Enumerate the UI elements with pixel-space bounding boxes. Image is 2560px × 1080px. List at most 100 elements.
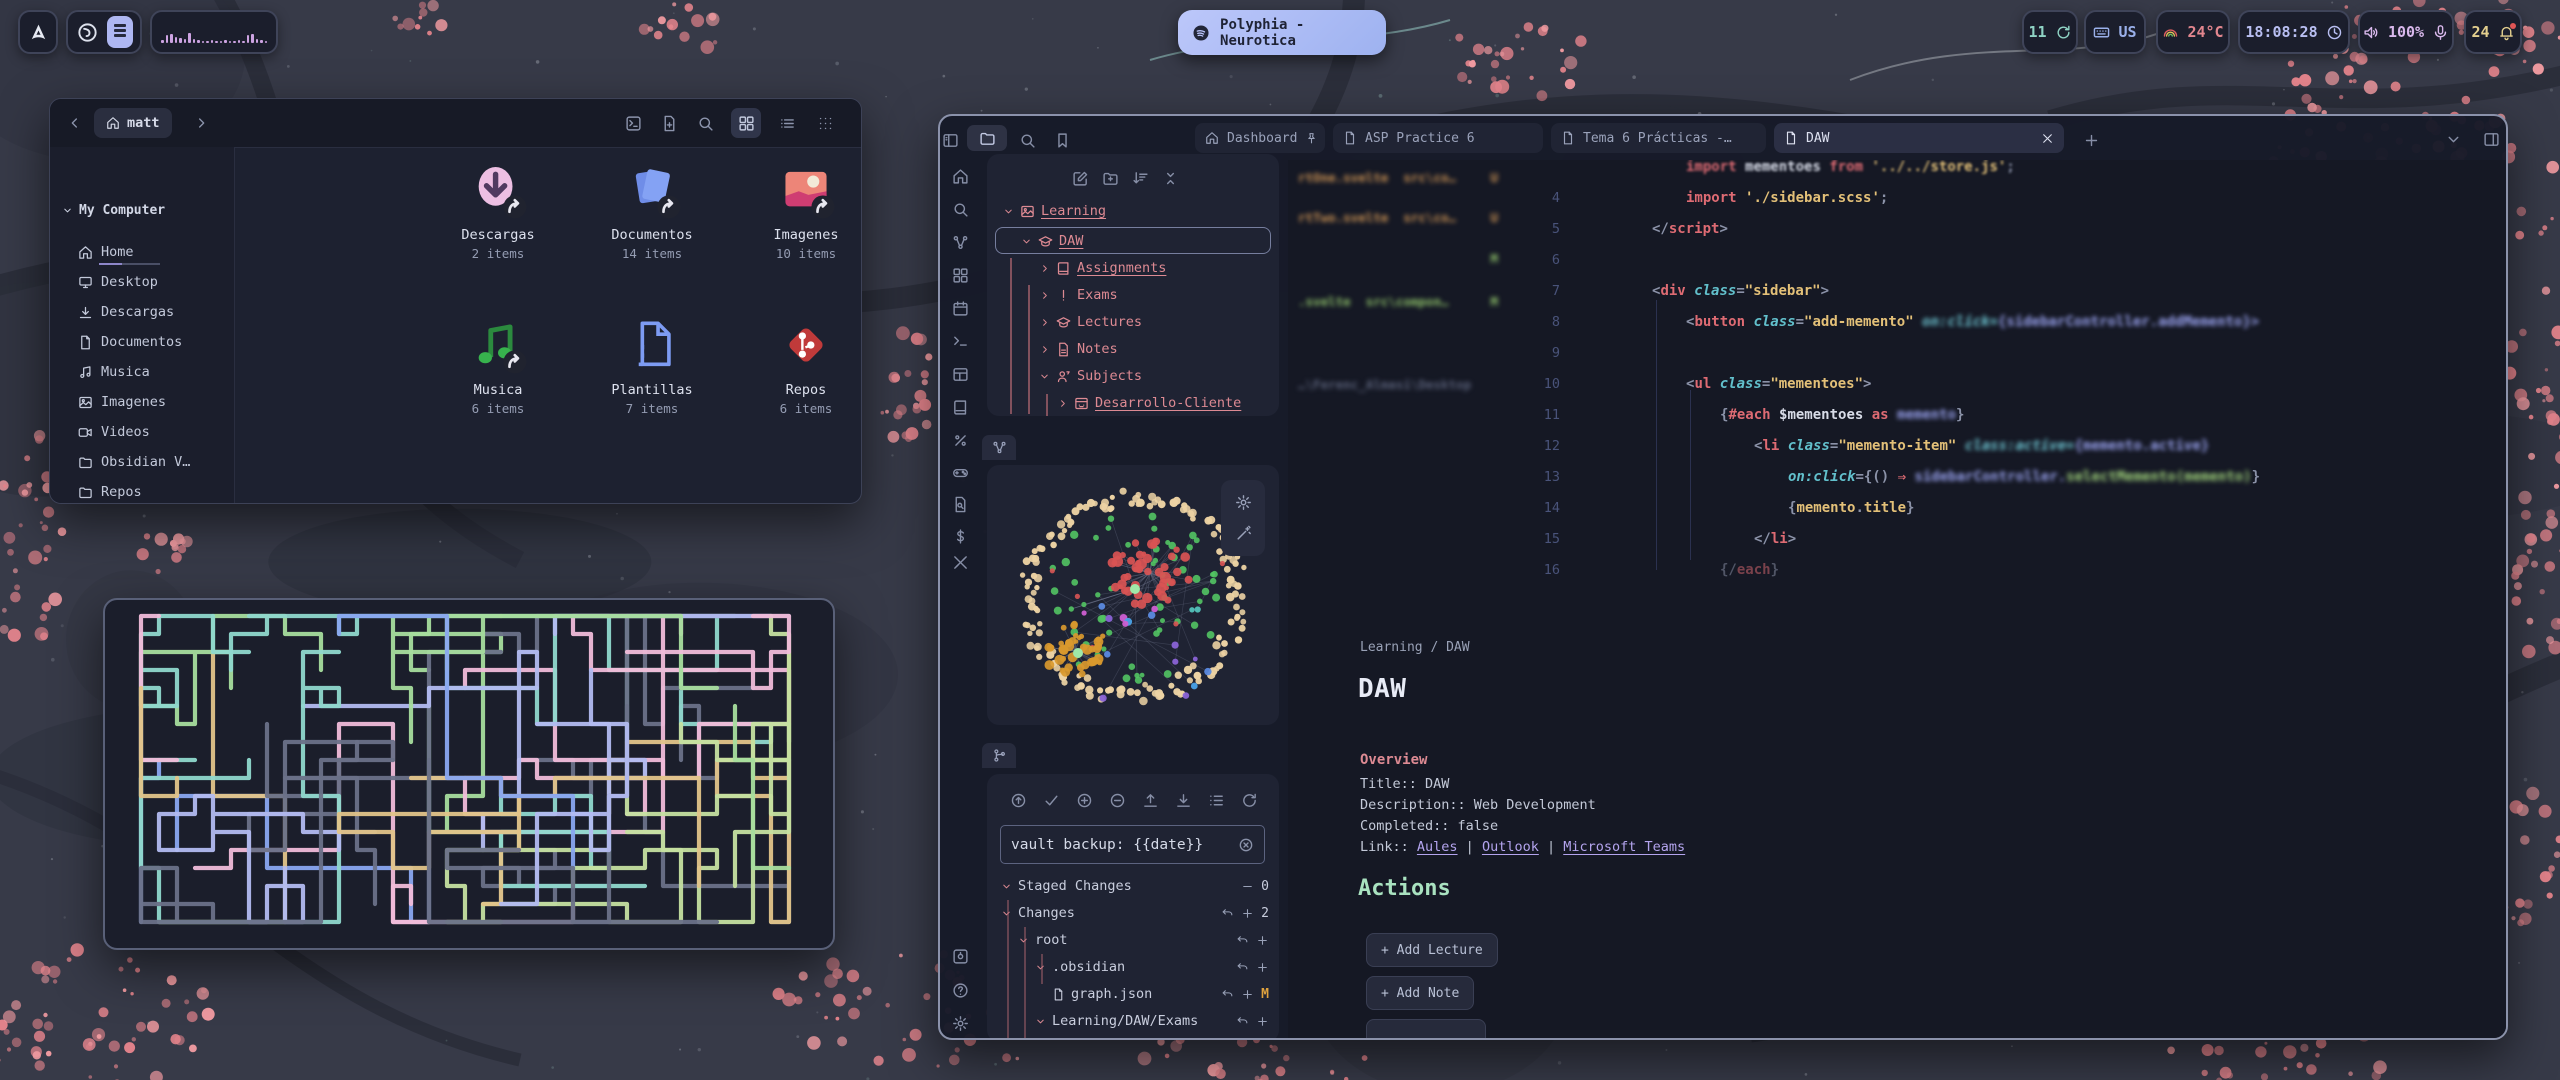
tab-daw[interactable]: DAW (1774, 123, 2064, 153)
plus-icon[interactable] (1256, 961, 1269, 974)
sidebar-item-videos[interactable]: Videos (78, 421, 150, 443)
tab-asp-practice-6[interactable]: ASP Practice 6 (1333, 123, 1543, 153)
git-row-staged-changes[interactable]: Staged Changes0 (1001, 874, 1269, 898)
button--add-note[interactable]: + Add Note (1366, 976, 1474, 1010)
sidebar-section-header[interactable]: My Computer (62, 203, 165, 218)
chevron-right-icon[interactable] (1039, 290, 1050, 301)
chevron-down-icon[interactable] (1039, 371, 1050, 382)
file-tree-item-desarrollo-cliente[interactable]: Desarrollo-Cliente (1057, 391, 1241, 415)
ribbon-file-search-button[interactable] (948, 493, 974, 517)
file-tree-item-daw[interactable]: DAW (1021, 229, 1083, 253)
workspace-active-indicator[interactable] (107, 16, 133, 48)
ribbon-gear-button[interactable] (948, 1012, 974, 1036)
toolbar-view-list-button[interactable] (772, 108, 802, 138)
file-tree-item-lectures[interactable]: Lectures (1039, 310, 1142, 334)
button--add-lecture[interactable]: + Add Lecture (1366, 933, 1498, 967)
sidebar-item-musica[interactable]: Musica (78, 361, 150, 383)
status-module-weather[interactable]: 24°C (2156, 10, 2230, 54)
git-check-button[interactable] (1039, 789, 1063, 811)
window-folder-button[interactable] (967, 125, 1007, 151)
plus-icon[interactable] (1256, 1015, 1269, 1028)
ribbon-calendar-button[interactable] (948, 297, 974, 321)
plus-icon[interactable] (1241, 907, 1254, 920)
sidebar-item-obsidianv[interactable]: Obsidian V… (78, 451, 190, 473)
status-module-updates[interactable]: 11 (2022, 10, 2078, 54)
git-row-root[interactable]: root (1018, 928, 1269, 952)
toolbar-terminal-sq-button[interactable] (618, 108, 648, 138)
link-aules[interactable]: Aules (1417, 839, 1458, 855)
toolbar-new-file-button[interactable] (654, 108, 684, 138)
chevron-right-icon[interactable] (1039, 317, 1050, 328)
ribbon-vault-button[interactable] (948, 945, 974, 969)
ribbon-grid-button[interactable] (948, 264, 974, 288)
link-outlook[interactable]: Outlook (1482, 839, 1539, 855)
ribbon-graph-button[interactable] (948, 231, 974, 255)
status-module-keyboard-layout[interactable]: US (2084, 10, 2146, 54)
window-search-button[interactable] (1014, 127, 1040, 153)
chevron-down-icon[interactable] (1003, 206, 1014, 217)
pipes-terminal-window[interactable] (103, 598, 835, 950)
wand-icon[interactable] (1235, 525, 1252, 542)
file-tree-item-notes[interactable]: Notes (1039, 337, 1118, 361)
sidebar-item-documentos[interactable]: Documentos (78, 331, 182, 353)
tabbar-chev-down-button[interactable] (2441, 127, 2465, 151)
file-tree-item-exams[interactable]: Exams (1039, 283, 1118, 307)
ribbon-home-button[interactable] (948, 165, 974, 189)
file-item-documentos[interactable]: Documentos14 items (577, 161, 727, 261)
graph-panel-tab[interactable] (982, 435, 1016, 460)
file-item-musica[interactable]: Musica6 items (423, 316, 573, 416)
chevron-down-icon[interactable] (1035, 1016, 1046, 1027)
window-bookmark-button[interactable] (1049, 127, 1075, 153)
git-upload-button[interactable] (1138, 789, 1162, 811)
close-icon[interactable] (2041, 132, 2054, 145)
tree-edit-button[interactable] (1068, 167, 1092, 189)
minus-icon[interactable] (1241, 880, 1254, 893)
forward-button[interactable] (188, 109, 214, 137)
git-commit-button[interactable] (1006, 789, 1030, 811)
ribbon-table-button[interactable] (948, 363, 974, 387)
git-row-graph.json[interactable]: graph.jsonM (1052, 982, 1269, 1006)
button-clipped[interactable] (1366, 1019, 1486, 1040)
ribbon-gamepad-button[interactable] (948, 461, 974, 485)
tab-tema-6-pr-cticas-[interactable]: Tema 6 Prácticas -… (1551, 123, 1766, 153)
tree-folder-plus-button[interactable] (1098, 167, 1122, 189)
ribbon-percent-button[interactable] (948, 429, 974, 453)
plus-icon[interactable] (1256, 934, 1269, 947)
back-button[interactable] (62, 109, 88, 137)
ribbon-terminal-button[interactable] (948, 330, 974, 354)
git-minus-circle-button[interactable] (1105, 789, 1129, 811)
status-module-volume[interactable]: 100% (2358, 10, 2454, 54)
git-list-button[interactable] (1204, 789, 1228, 811)
ribbon-dollar-button[interactable] (948, 525, 974, 549)
tree-sort-button[interactable] (1128, 167, 1152, 189)
file-item-repos[interactable]: Repos6 items (731, 316, 862, 416)
link-microsoft-teams[interactable]: Microsoft Teams (1563, 839, 1685, 855)
tabbar-columns-button[interactable] (2479, 127, 2503, 151)
file-tree-item-learning[interactable]: Learning (1003, 199, 1106, 223)
toolbar-view-compact-button[interactable] (810, 108, 840, 138)
sidebar-item-descargas[interactable]: Descargas (78, 301, 174, 323)
tab-dashboard[interactable]: Dashboard (1195, 123, 1325, 153)
undo-icon[interactable] (1221, 988, 1234, 1001)
ribbon-search-button[interactable] (948, 198, 974, 222)
plus-icon[interactable] (1241, 988, 1254, 1001)
git-panel-tab[interactable] (982, 743, 1016, 768)
chevron-right-icon[interactable] (1039, 344, 1050, 355)
git-row-.obsidian[interactable]: .obsidian (1035, 955, 1269, 979)
undo-icon[interactable] (1236, 934, 1249, 947)
chevron-right-icon[interactable] (1039, 263, 1050, 274)
chevron-right-icon[interactable] (1057, 398, 1068, 409)
file-tree-item-assignments[interactable]: Assignments (1039, 256, 1166, 280)
file-tree-item-subjects[interactable]: Subjects (1039, 364, 1142, 388)
file-item-plantillas[interactable]: Plantillas7 items (577, 316, 727, 416)
ribbon-book-button[interactable] (948, 396, 974, 420)
launcher-button[interactable] (18, 10, 58, 54)
clear-icon[interactable] (1238, 837, 1254, 853)
window-panel-left-button[interactable] (938, 127, 963, 153)
ribbon-swords-button[interactable] (948, 551, 974, 575)
file-item-imagenes[interactable]: Imagenes10 items (731, 161, 862, 261)
undo-icon[interactable] (1236, 1015, 1249, 1028)
chevron-down-icon[interactable] (1001, 881, 1012, 892)
gear-icon[interactable] (1235, 494, 1252, 511)
new-tab-button[interactable] (2078, 127, 2104, 153)
